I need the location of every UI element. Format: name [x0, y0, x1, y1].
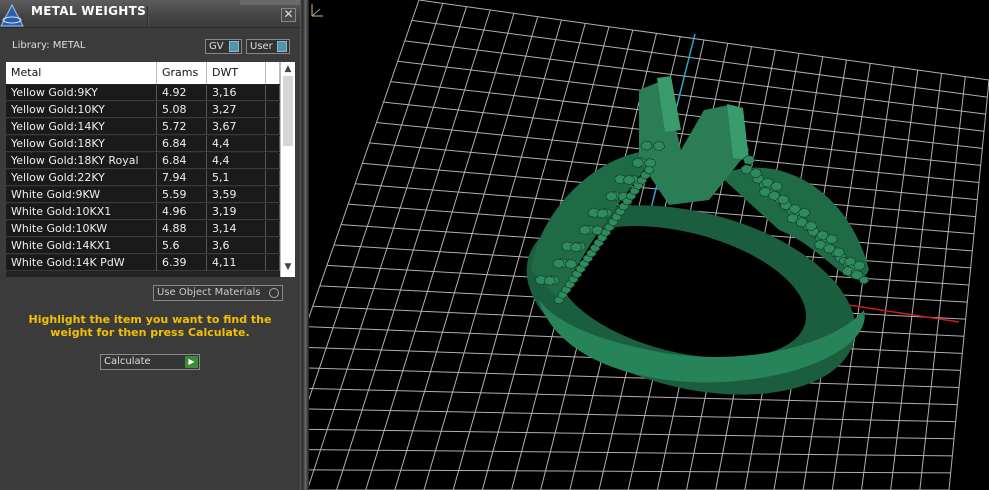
scroll-thumb[interactable] [283, 76, 293, 146]
cell-metal: White Gold:9KW [6, 187, 157, 203]
cell-metal: Yellow Gold:9KY [6, 85, 157, 101]
cell-blank [266, 221, 280, 237]
cell-grams: 4.96 [157, 204, 207, 220]
use-object-materials-label: Use Object Materials [157, 287, 261, 298]
radio-icon [269, 288, 279, 298]
close-button[interactable]: ✕ [281, 8, 296, 22]
gv-toggle-label: GV [209, 41, 224, 52]
cell-metal: White Gold:14K PdW [6, 255, 157, 271]
viewport-scene [309, 0, 989, 490]
cell-metal: Yellow Gold:18KY [6, 136, 157, 152]
cell-grams: 6.84 [157, 136, 207, 152]
column-header-grams[interactable]: Grams [157, 62, 207, 84]
cell-blank [266, 153, 280, 169]
cell-blank [266, 255, 280, 271]
calculate-label: Calculate [104, 356, 151, 367]
title-divider [147, 6, 149, 26]
use-object-materials-option[interactable]: Use Object Materials [153, 285, 283, 301]
cell-blank [266, 170, 280, 186]
cell-metal: Yellow Gold:22KY [6, 170, 157, 186]
table-row[interactable]: White Gold:14KX1 5.6 3,6 [6, 238, 280, 254]
toggle-knob-icon [229, 41, 239, 52]
cell-blank [266, 119, 280, 135]
cell-metal: White Gold:10KW [6, 221, 157, 237]
table-row[interactable]: Yellow Gold:10KY 5.08 3,27 [6, 102, 280, 118]
user-toggle[interactable]: User [246, 39, 290, 54]
3d-viewport[interactable] [309, 0, 989, 490]
cell-dwt: 3,27 [207, 102, 266, 118]
table-header: Metal Grams DWT [6, 62, 280, 84]
metal-weights-panel: METAL WEIGHTS ✕ Library: METAL GV User M… [0, 0, 300, 490]
cell-dwt: 3,6 [207, 238, 266, 254]
cell-dwt: 4,4 [207, 153, 266, 169]
cell-grams: 7.94 [157, 170, 207, 186]
cell-dwt: 5,1 [207, 170, 266, 186]
cell-grams: 5.59 [157, 187, 207, 203]
instruction-text: Highlight the item you want to find the … [28, 313, 272, 339]
table-row[interactable]: Yellow Gold:18KY Royal 6.84 4,4 [6, 153, 280, 169]
metal-table: Metal Grams DWT Yellow Gold:9KY 4.92 3,16 Y… [6, 62, 295, 277]
cell-dwt: 3,67 [207, 119, 266, 135]
table-row[interactable]: White Gold:10KX1 4.96 3,19 [6, 204, 280, 220]
cell-blank [266, 238, 280, 254]
library-label: Library: METAL [12, 40, 86, 51]
cell-dwt: 3,16 [207, 85, 266, 101]
table-row[interactable]: Yellow Gold:14KY 5.72 3,67 [6, 119, 280, 135]
ring-model[interactable] [507, 76, 876, 426]
toggle-knob-icon [277, 41, 287, 52]
cell-metal: White Gold:14KX1 [6, 238, 157, 254]
table-row[interactable]: Yellow Gold:22KY 7.94 5,1 [6, 170, 280, 186]
app-logo-icon [0, 4, 24, 27]
cell-blank [266, 102, 280, 118]
panel-titlebar[interactable]: METAL WEIGHTS ✕ [0, 0, 300, 28]
cell-metal: Yellow Gold:10KY [6, 102, 157, 118]
cell-dwt: 3,59 [207, 187, 266, 203]
table-row[interactable]: White Gold:9KW 5.59 3,59 [6, 187, 280, 203]
cell-grams: 4.88 [157, 221, 207, 237]
table-row[interactable]: Yellow Gold:9KY 4.92 3,16 [6, 85, 280, 101]
cell-dwt: 3,19 [207, 204, 266, 220]
cell-grams: 5.6 [157, 238, 207, 254]
calculate-button[interactable]: Calculate ▶ [100, 354, 200, 370]
title-tab-edge [240, 0, 300, 5]
cell-grams: 5.08 [157, 102, 207, 118]
panel-splitter[interactable] [300, 0, 309, 490]
panel-title: METAL WEIGHTS [31, 4, 147, 18]
scroll-down-icon[interactable]: ▼ [281, 262, 295, 274]
column-header-metal[interactable]: Metal [6, 62, 157, 84]
table-row[interactable]: White Gold:14K PdW 6.39 4,11 [6, 255, 280, 271]
table-row[interactable]: White Gold:10KW 4.88 3,14 [6, 221, 280, 237]
cell-blank [266, 85, 280, 101]
user-toggle-label: User [250, 41, 273, 52]
scroll-up-icon[interactable]: ▲ [281, 64, 295, 76]
axis-orientation-icon [311, 4, 323, 17]
cell-blank [266, 136, 280, 152]
cell-metal: White Gold:10KX1 [6, 204, 157, 220]
cell-grams: 6.39 [157, 255, 207, 271]
gv-toggle[interactable]: GV [205, 39, 242, 54]
column-header-dwt[interactable]: DWT [207, 62, 266, 84]
cell-metal: Yellow Gold:14KY [6, 119, 157, 135]
cell-blank [266, 187, 280, 203]
cell-grams: 5.72 [157, 119, 207, 135]
cell-metal: Yellow Gold:18KY Royal [6, 153, 157, 169]
cell-grams: 6.84 [157, 153, 207, 169]
cell-dwt: 3,14 [207, 221, 266, 237]
play-arrow-icon: ▶ [185, 356, 198, 368]
table-row[interactable]: Yellow Gold:18KY 6.84 4,4 [6, 136, 280, 152]
cell-blank [266, 204, 280, 220]
table-scrollbar[interactable]: ▲ ▼ [280, 62, 295, 277]
cell-dwt: 4,11 [207, 255, 266, 271]
cell-grams: 4.92 [157, 85, 207, 101]
cell-dwt: 4,4 [207, 136, 266, 152]
column-header-blank [266, 62, 280, 84]
